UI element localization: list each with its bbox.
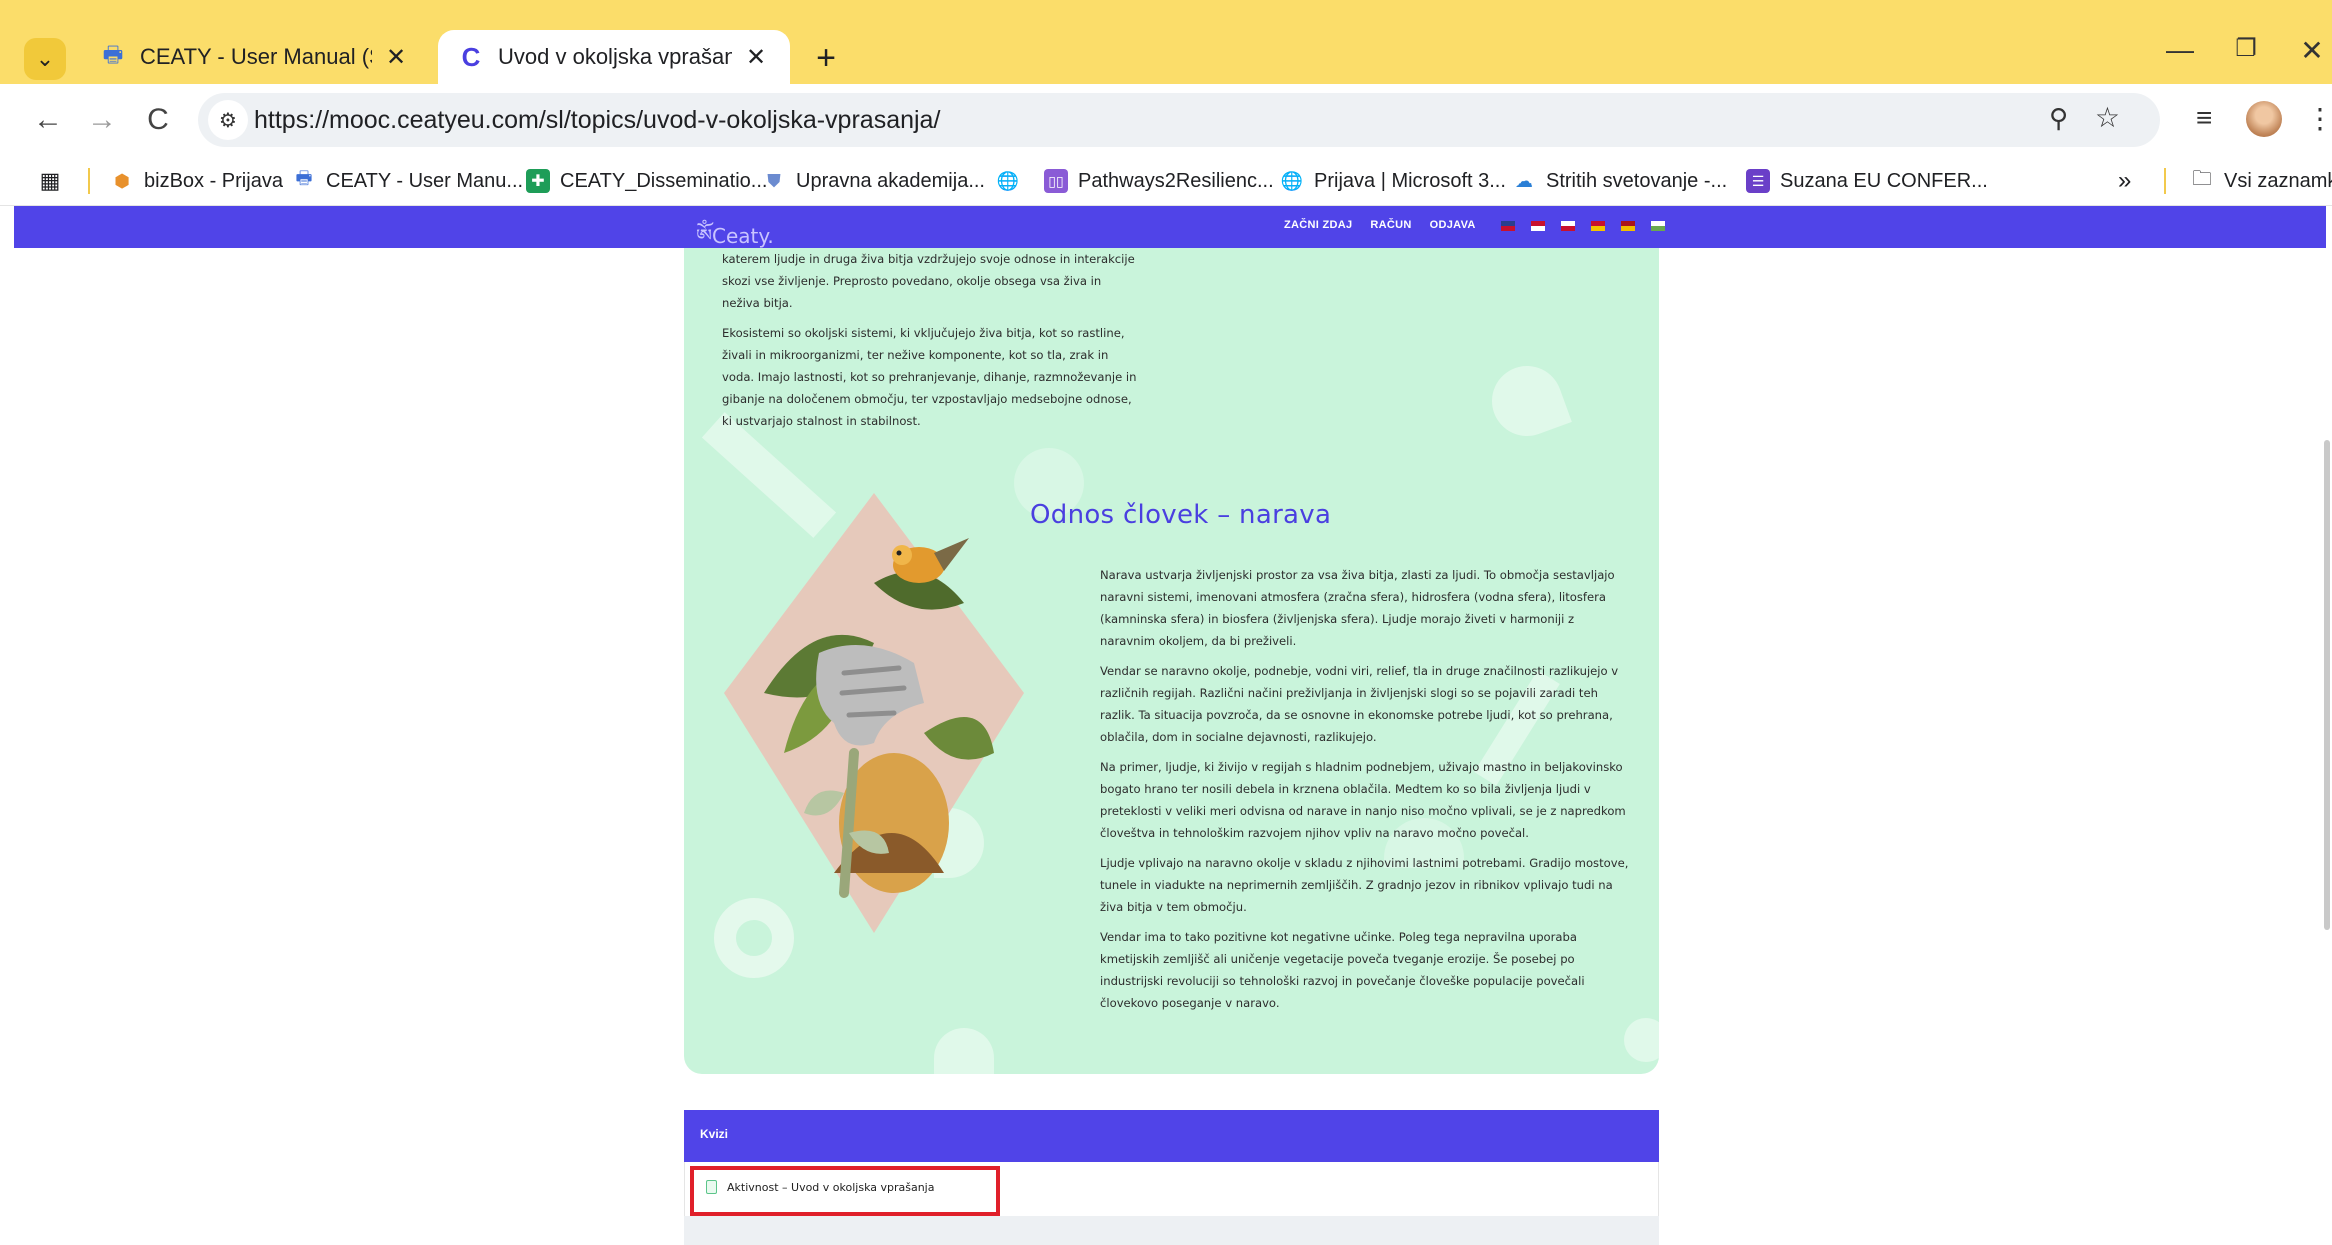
window-close-button[interactable]: ✕ (2292, 34, 2332, 67)
arrow-left-icon: ← (33, 103, 63, 136)
printer-icon: 🖶 (102, 42, 124, 67)
back-button[interactable]: ← (28, 100, 68, 140)
zoom-icon[interactable]: ⚲ (2049, 103, 2068, 134)
menu-kebab-icon[interactable]: ⋮ (2306, 102, 2332, 135)
plus-icon: + (816, 38, 836, 77)
minimize-button[interactable]: — (2160, 34, 2200, 66)
quiz-footer (684, 1216, 1659, 1245)
tab-title: CEATY - User Manual (Slovenia) (140, 44, 372, 69)
new-tab-button[interactable]: + (806, 38, 846, 78)
restore-button[interactable]: ❐ (2226, 34, 2266, 63)
nav-logout[interactable]: ODJAVA (1430, 219, 1476, 231)
decorative-shape (934, 1028, 994, 1074)
globe-icon: 🌐 (996, 170, 1020, 191)
decorative-shape (1624, 1018, 1659, 1062)
tab-search-button[interactable]: ⌄ (24, 38, 66, 80)
bookmark-separator (88, 168, 90, 194)
forms-icon: ☰ (1746, 169, 1770, 193)
ceaty-c-icon: C (461, 41, 481, 72)
body-paragraph: Ljudje vplivajo na naravno okolje v skla… (1100, 856, 1629, 914)
lesson-content-panel: katerem ljudje in druga živa bitja vzdrž… (684, 248, 1659, 1074)
forward-button[interactable]: → (82, 100, 122, 140)
bookmark-pathways2resilience[interactable]: ▯▯ Pathways2Resilienc... (1044, 166, 1274, 196)
sheets-icon: ✚ (526, 169, 550, 193)
tab-uvod-okoljska[interactable]: C Uvod v okoljska vprašanja | Mooc ✕ (438, 30, 790, 84)
tab-title: Uvod v okoljska vprašanja | Mooc (498, 44, 732, 69)
language-flag-icon[interactable] (1531, 221, 1545, 231)
reload-button[interactable]: C (138, 100, 178, 140)
bookmark-separator (2164, 168, 2166, 194)
tab-ceaty-user-manual[interactable]: 🖶 CEATY - User Manual (Slovenia) ✕ (80, 30, 430, 84)
reload-icon: C (147, 103, 169, 136)
language-flag-icon[interactable] (1651, 221, 1665, 231)
language-flag-icon[interactable] (1561, 221, 1575, 231)
globe-icon: 🌐 (1280, 170, 1304, 191)
leaf-icon: ༀ (696, 224, 713, 248)
bookmark-globe[interactable]: 🌐 (996, 166, 1030, 196)
chevron-down-icon: ⌄ (35, 46, 55, 71)
nav-account[interactable]: RAČUN (1370, 219, 1411, 231)
shield-icon: ⛊ (767, 170, 781, 191)
section-body: Narava ustvarja življenjski prostor za v… (1100, 564, 1632, 1022)
cube-icon: ⬢ (114, 170, 130, 191)
printer-icon: 🖶 (295, 168, 313, 188)
site-header: ༀCeaty. ZAČNI ZDAJ RAČUN ODJAVA (14, 206, 2326, 248)
quiz-section: Kvizi Aktivnost – Uvod v okoljska vpraša… (684, 1110, 1659, 1245)
close-icon[interactable]: ✕ (382, 43, 410, 72)
decorative-shape (1482, 356, 1572, 446)
language-flag-icon[interactable] (1501, 221, 1515, 231)
bookmarks-bar: ▦ ⬢ bizBox - Prijava 🖶 CEATY - User Manu… (0, 156, 2332, 206)
book-icon: ▯▯ (1044, 169, 1068, 193)
section-title: Odnos človek – narava (1030, 500, 1332, 530)
human-nature-illustration (724, 493, 1024, 933)
folder-icon: 🗀 (2192, 168, 2212, 190)
intro-paragraph: Ekosistemi so okoljski sistemi, ki vklju… (722, 326, 1137, 428)
bookmark-bizbox[interactable]: ⬢ bizBox - Prijava (110, 166, 283, 196)
page-scrollbar[interactable] (2324, 440, 2330, 930)
quiz-header: Kvizi (684, 1110, 1659, 1162)
apps-icon[interactable]: ▦ (38, 166, 72, 196)
bookmark-ceaty-dissemination[interactable]: ✚ CEATY_Disseminatio... (526, 166, 767, 196)
body-paragraph: Na primer, ljudje, ki živijo v regijah s… (1100, 760, 1626, 840)
body-paragraph: Narava ustvarja življenjski prostor za v… (1100, 568, 1615, 648)
language-flag-icon[interactable] (1591, 221, 1605, 231)
close-icon[interactable]: ✕ (742, 43, 770, 72)
bookmarks-overflow[interactable]: » (2118, 166, 2131, 196)
browser-toolbar: ← → C ⚙ https://mooc.ceatyeu.com/sl/topi… (0, 84, 2332, 156)
address-bar[interactable]: ⚙ https://mooc.ceatyeu.com/sl/topics/uvo… (198, 93, 2160, 147)
bookmark-stritih[interactable]: ☁ Stritih svetovanje -... (1512, 166, 1727, 196)
cloud-icon: ☁ (1515, 170, 1533, 191)
site-nav-links: ZAČNI ZDAJ RAČUN ODJAVA (1284, 219, 1476, 231)
nav-start-now[interactable]: ZAČNI ZDAJ (1284, 219, 1352, 231)
profile-avatar[interactable] (2246, 101, 2282, 137)
tab-strip: ⌄ 🖶 CEATY - User Manual (Slovenia) ✕ C U… (0, 0, 2332, 84)
reading-list-icon[interactable]: ≡ (2196, 102, 2212, 134)
bookmark-upravna-akademija[interactable]: ⛊ Upravna akademija... (762, 166, 985, 196)
all-bookmarks[interactable]: 🗀 Vsi zaznamki (2190, 166, 2332, 196)
site-settings-icon[interactable]: ⚙ (208, 100, 248, 140)
body-paragraph: Vendar ima to tako pozitivne kot negativ… (1100, 930, 1585, 1010)
highlight-annotation (690, 1166, 1000, 1216)
intro-paragraph: katerem ljudje in druga živa bitja vzdrž… (722, 252, 1135, 310)
url-text: https://mooc.ceatyeu.com/sl/topics/uvod-… (254, 106, 941, 134)
language-flags (1501, 221, 1665, 231)
bookmark-suzana-eu[interactable]: ☰ Suzana EU CONFER... (1746, 166, 1988, 196)
body-paragraph: Vendar se naravno okolje, podnebje, vodn… (1100, 664, 1619, 744)
star-icon[interactable]: ☆ (2095, 101, 2120, 134)
arrow-right-icon: → (87, 103, 117, 136)
bookmark-ceaty-manual[interactable]: 🖶 CEATY - User Manu... (292, 166, 524, 196)
intro-text: katerem ljudje in druga živa bitja vzdrž… (722, 248, 1142, 440)
language-flag-icon[interactable] (1621, 221, 1635, 231)
bookmark-microsoft[interactable]: 🌐 Prijava | Microsoft 3... (1280, 166, 1506, 196)
